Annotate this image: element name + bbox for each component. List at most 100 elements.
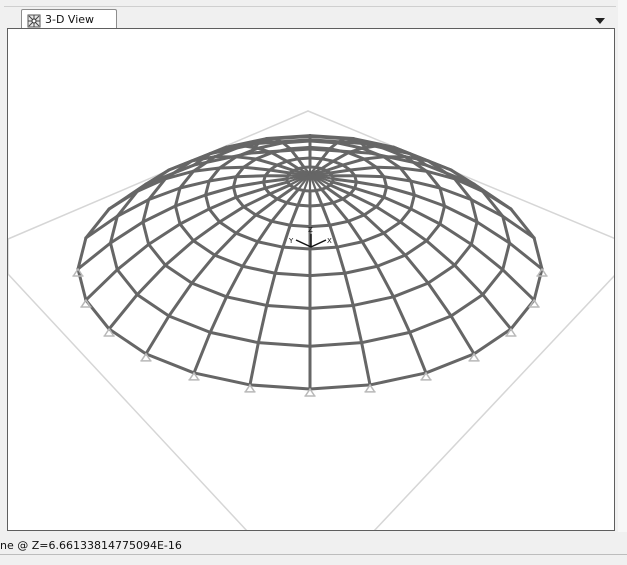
ring-member — [218, 220, 238, 235]
ring-member — [296, 203, 312, 208]
ring-member — [403, 239, 429, 257]
meridian-member — [331, 151, 350, 163]
ring-member — [335, 240, 364, 249]
ring-member — [270, 147, 292, 155]
axis-x-line — [310, 239, 327, 248]
ring-member — [343, 264, 379, 275]
meridian-member — [426, 281, 453, 318]
meridian-member — [256, 219, 274, 244]
meridian-member — [107, 293, 139, 331]
meridian-member — [288, 203, 300, 227]
meridian-member — [392, 295, 412, 334]
ring-member — [178, 222, 195, 243]
meridian-member — [375, 264, 396, 299]
meridian-member — [374, 165, 402, 170]
ring-member — [281, 245, 312, 251]
meridian-member — [115, 242, 151, 272]
support-leg — [533, 299, 539, 307]
ring-member — [265, 303, 312, 310]
dome-mesh — [76, 134, 544, 391]
meridian-member — [398, 220, 429, 243]
meridian-member — [144, 314, 171, 356]
ring-member — [191, 239, 217, 257]
ring-member — [296, 156, 312, 161]
ring-member — [469, 220, 479, 246]
meridian-member — [234, 174, 267, 179]
axis-x-label: X — [327, 237, 332, 245]
ring-member — [368, 371, 428, 387]
ring-member — [346, 213, 366, 223]
ring-member — [438, 204, 447, 226]
ring-member — [308, 245, 339, 251]
meridian-member — [296, 189, 306, 207]
3d-viewport[interactable]: X Y Z — [7, 28, 615, 531]
ring-member — [288, 145, 312, 151]
axis-z-label: Z — [308, 226, 313, 234]
meridian-member — [234, 155, 258, 161]
meridian-member — [191, 220, 222, 243]
meridian-member — [382, 231, 407, 257]
tab-label: 3-D View — [45, 13, 95, 26]
ring-member — [141, 220, 151, 246]
ring-member — [224, 295, 269, 307]
meridian-member — [343, 271, 355, 307]
meridian-member — [218, 165, 246, 170]
support-leg — [189, 372, 195, 380]
ring-member — [472, 327, 513, 356]
ring-member — [425, 222, 442, 243]
meridian-member — [190, 253, 217, 285]
grid-line — [373, 275, 614, 530]
meridian-member — [438, 222, 473, 246]
ring-member — [392, 281, 430, 299]
ring-member — [213, 253, 245, 268]
ring-member — [107, 327, 148, 356]
meridian-member — [408, 330, 428, 375]
ring-member — [308, 223, 332, 229]
ring-member — [449, 293, 485, 318]
meridian-member — [362, 213, 386, 235]
ring-member — [375, 253, 407, 268]
ring-member — [320, 201, 335, 207]
meridian-member — [331, 177, 358, 184]
ring-member — [328, 219, 350, 227]
meridian-member — [224, 144, 245, 149]
meridian-member — [409, 207, 442, 226]
tab-3d-view[interactable]: 3-D View — [21, 9, 117, 29]
ring-member — [382, 185, 389, 199]
ring-member — [256, 341, 312, 348]
meridian-member — [354, 180, 389, 189]
ring-member — [351, 295, 396, 307]
ring-member — [308, 139, 339, 145]
meridian-member — [320, 203, 332, 227]
ring-member — [115, 268, 139, 297]
ring-member — [382, 220, 402, 235]
ring-member — [207, 207, 222, 224]
view-dropdown-button[interactable] — [594, 13, 606, 24]
meridian-member — [469, 242, 505, 272]
meridian-member — [341, 197, 366, 217]
meridian-member — [360, 240, 379, 268]
meridian-member — [265, 271, 277, 307]
app-window: 3-D View X Y Z ne @ Z=6.66133814775094E-… — [0, 0, 627, 565]
meridian-member — [204, 185, 235, 197]
ring-member — [248, 383, 312, 391]
meridian-member — [256, 303, 269, 345]
window-edge — [618, 0, 627, 532]
meridian-member — [178, 207, 211, 226]
ring-member — [281, 139, 312, 145]
meridian-member — [501, 268, 536, 302]
meridian-member — [241, 240, 260, 268]
meridian-member — [248, 341, 260, 387]
meridian-member — [213, 231, 238, 257]
meridian-member — [262, 177, 289, 184]
ring-member — [398, 207, 413, 224]
support-leg — [473, 353, 479, 361]
view-tabstrip: 3-D View — [4, 6, 616, 29]
meridian-member — [385, 185, 416, 197]
meridian-member — [481, 293, 513, 331]
meridian-member — [341, 157, 366, 167]
meridian-member — [335, 245, 347, 275]
ring-member — [254, 213, 274, 223]
ring-member — [408, 314, 453, 334]
ring-member — [308, 341, 364, 348]
